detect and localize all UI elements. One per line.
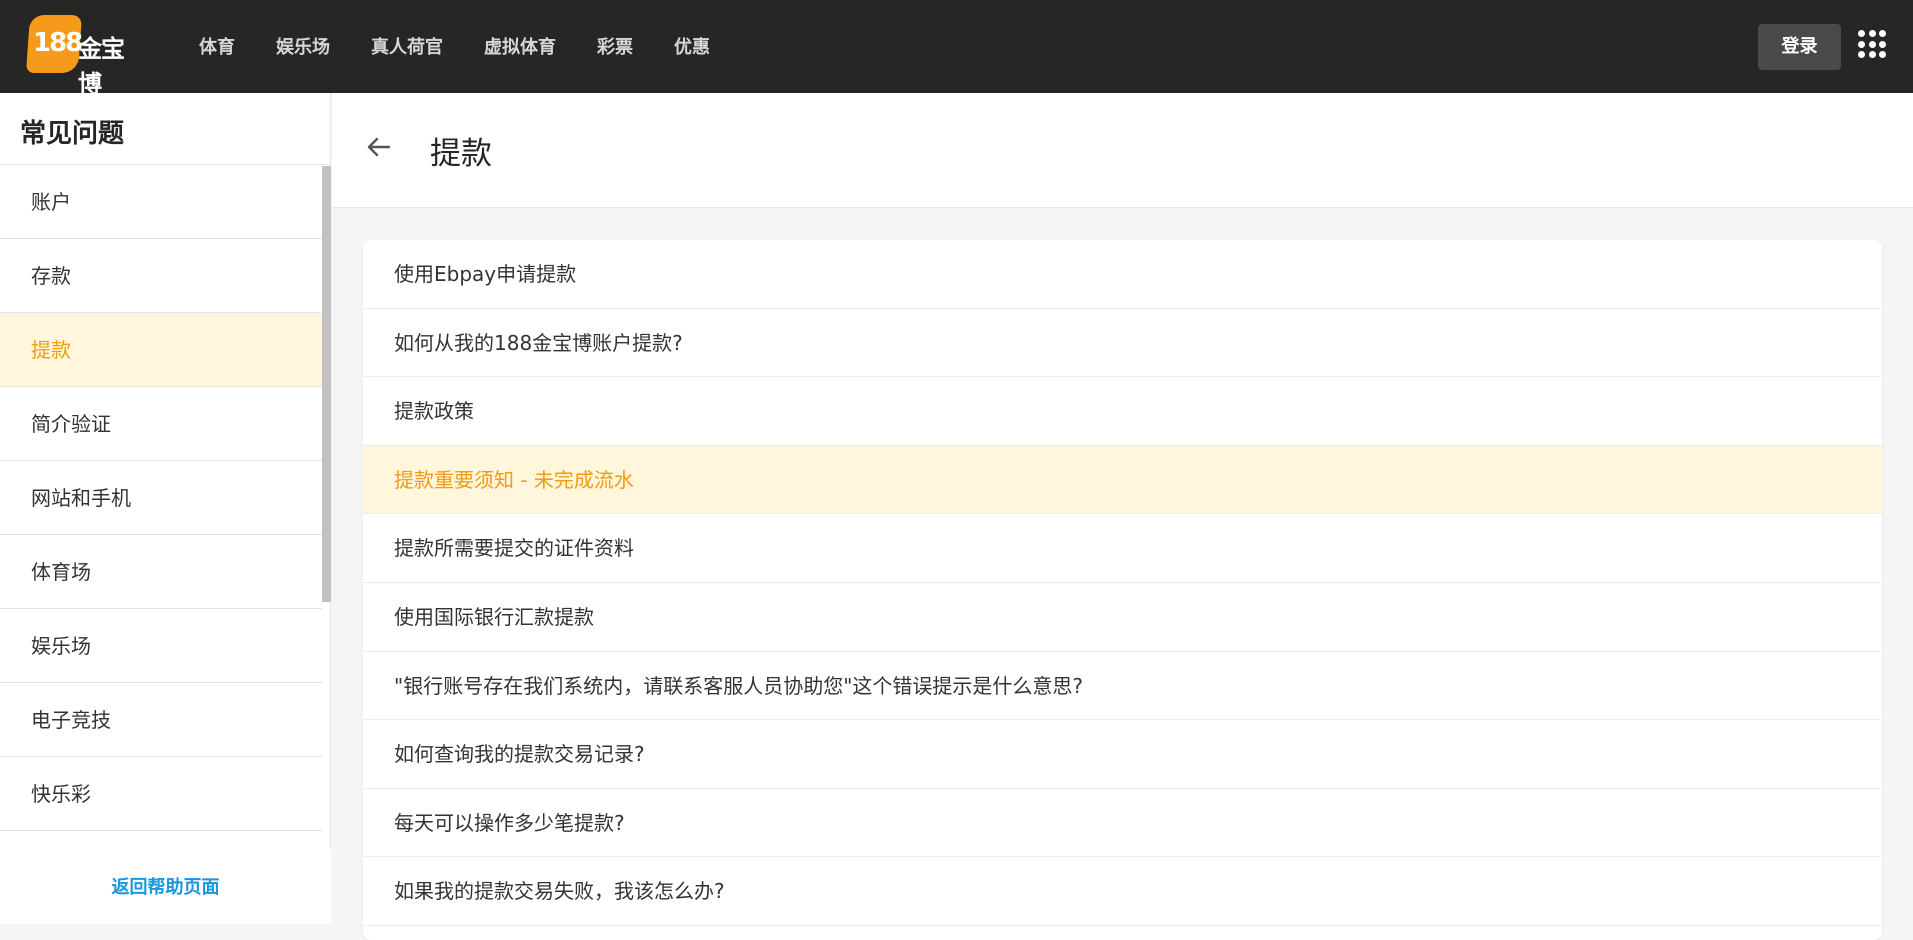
question-list: 使用Ebpay申请提款 如何从我的188金宝博账户提款? 提款政策 提款重要须知… bbox=[363, 240, 1882, 940]
question-item[interactable]: 如何查询我的提款交易记录? bbox=[363, 720, 1882, 789]
question-item[interactable]: 使用Ebpay申请提款 bbox=[363, 240, 1882, 309]
arrow-left-icon[interactable] bbox=[366, 134, 392, 160]
main-nav: 体育 娱乐场 真人荷官 虚拟体育 彩票 优惠 bbox=[199, 33, 751, 59]
sidebar-item-account[interactable]: 账户 bbox=[0, 165, 322, 239]
nav-item-virtual-sports[interactable]: 虚拟体育 bbox=[484, 33, 556, 59]
faq-sidebar: 常见问题 账户 存款 提款 简介验证 网站和手机 体育场 娱乐场 电子竞技 快乐… bbox=[0, 93, 331, 924]
nav-item-sports[interactable]: 体育 bbox=[199, 33, 235, 59]
login-button[interactable]: 登录 bbox=[1758, 24, 1841, 70]
grid-dots-icon[interactable] bbox=[1858, 30, 1886, 58]
question-item[interactable]: 使用国际银行汇款提款 bbox=[363, 583, 1882, 652]
sidebar-item-deposit[interactable]: 存款 bbox=[0, 239, 322, 313]
sidebar-item-withdrawal[interactable]: 提款 bbox=[0, 313, 322, 387]
question-item[interactable]: "银行账号存在我们系统内，请联系客服人员协助您"这个错误提示是什么意思? bbox=[363, 652, 1882, 721]
question-item[interactable]: 每天可以操作多少笔提款? bbox=[363, 789, 1882, 858]
sidebar-item-sports[interactable]: 体育场 bbox=[0, 535, 322, 609]
sidebar-item-esports[interactable]: 电子竞技 bbox=[0, 683, 322, 757]
logo-number: 188 bbox=[33, 28, 83, 58]
nav-item-live-dealer[interactable]: 真人荷官 bbox=[371, 33, 443, 59]
sidebar-scrollbar[interactable] bbox=[322, 166, 331, 602]
sidebar-title: 常见问题 bbox=[20, 119, 125, 149]
nav-item-promotions[interactable]: 优惠 bbox=[674, 33, 710, 59]
question-item[interactable]: 如果我的提款交易失败，我该怎么办? bbox=[363, 857, 1882, 926]
sidebar-item-keno[interactable]: 快乐彩 bbox=[0, 757, 322, 831]
page-title: 提款 bbox=[430, 136, 492, 172]
question-item[interactable]: 如何从我的188金宝博账户提款? bbox=[363, 309, 1882, 378]
nav-item-casino[interactable]: 娱乐场 bbox=[276, 33, 330, 59]
question-item[interactable]: 提款所需要提交的证件资料 bbox=[363, 514, 1882, 583]
back-to-help-link[interactable]: 返回帮助页面 bbox=[0, 873, 331, 899]
question-item[interactable]: 提款政策 bbox=[363, 377, 1882, 446]
sidebar-item-casino[interactable]: 娱乐场 bbox=[0, 609, 322, 683]
top-bar: 188 金宝博 体育 娱乐场 真人荷官 虚拟体育 彩票 优惠 登录 bbox=[0, 0, 1913, 98]
logo[interactable]: 188 金宝博 bbox=[25, 15, 140, 98]
sidebar-item-website-mobile[interactable]: 网站和手机 bbox=[0, 461, 322, 535]
nav-item-lottery[interactable]: 彩票 bbox=[597, 33, 633, 59]
logo-text: 金宝博 bbox=[78, 35, 125, 98]
question-item-active[interactable]: 提款重要须知 - 未完成流水 bbox=[363, 445, 1882, 515]
page-header bbox=[332, 93, 1913, 208]
sidebar-item-profile-verification[interactable]: 简介验证 bbox=[0, 387, 322, 461]
sidebar-category-list: 账户 存款 提款 简介验证 网站和手机 体育场 娱乐场 电子竞技 快乐彩 bbox=[0, 165, 322, 831]
